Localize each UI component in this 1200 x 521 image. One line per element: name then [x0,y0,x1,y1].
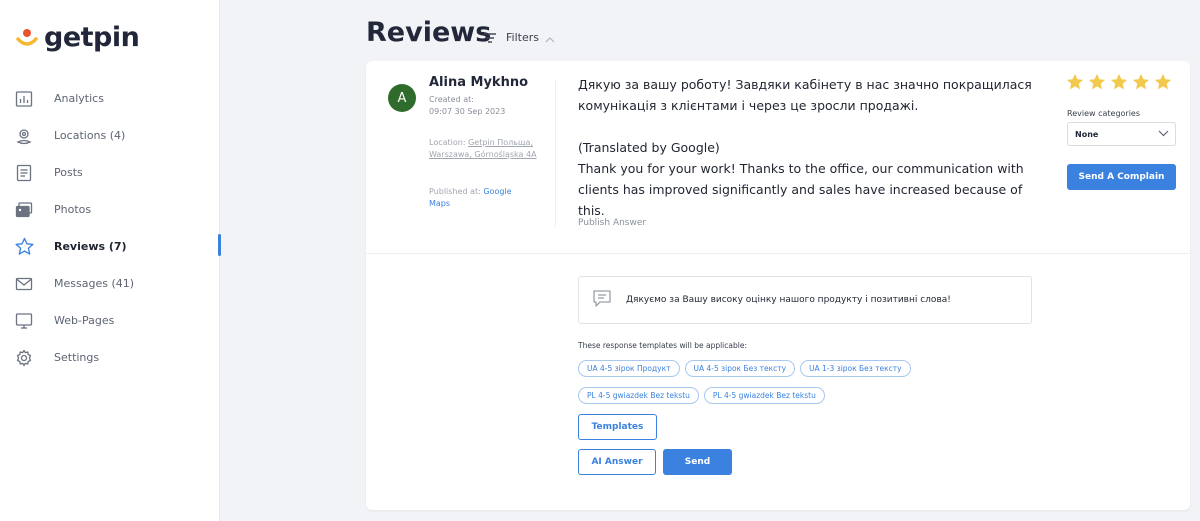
answer-draft-box[interactable]: Дякуємо за Вашу високу оцінку нашого про… [578,276,1032,324]
review-source: Published at: Google Maps [429,186,529,210]
star-icon [1088,73,1106,90]
bar-chart-icon [14,89,34,109]
star-icon [1132,73,1150,90]
template-chip[interactable]: UA 4-5 зірок Продукт [578,360,680,377]
template-chip[interactable]: UA 4-5 зірок Без тексту [684,360,796,377]
brand-logo[interactable]: getpin [14,22,140,53]
sidebar-item-locations[interactable]: Locations (4) [0,117,220,154]
star-icon [1066,73,1084,90]
template-chips-row: UA 4-5 зірок Продукт UA 4-5 зірок Без те… [578,360,1038,377]
template-chip[interactable]: PL 4-5 gwiazdek Bez tekstu [703,387,825,404]
sidebar-nav: Analytics Locations (4) Posts Photos Rev… [0,80,221,376]
template-chip[interactable]: PL 4-5 gwiazdek Bez tekstu [578,387,699,404]
review-location: Location: Getpin Польща, Warszawa, Górno… [429,137,544,161]
answer-draft-text: Дякуємо за Вашу високу оцінку нашого про… [626,295,951,305]
review-card: A Alina Mykhno Created at: 09:07 30 Sep … [366,61,1190,510]
sidebar-item-settings[interactable]: Settings [0,339,220,376]
category-selected-value: None [1075,129,1099,139]
review-author: Alina Mykhno [429,75,529,90]
sidebar-item-analytics[interactable]: Analytics [0,80,220,117]
sidebar-item-label: Posts [54,166,83,179]
ai-answer-button[interactable]: AI Answer [578,449,656,475]
chevron-down-icon [1158,130,1169,139]
sidebar-item-reviews[interactable]: Reviews (7) [0,228,221,265]
location-pin-icon [14,126,34,146]
sidebar-item-label: Locations (4) [54,129,126,142]
sidebar-item-web-pages[interactable]: Web-Pages [0,302,220,339]
sidebar-item-label: Settings [54,351,100,364]
template-chip[interactable]: UA 1-3 зірок Без тексту [800,360,911,377]
avatar: A [388,84,416,112]
star-icon [14,237,34,257]
sidebar-item-label: Messages (41) [54,277,135,290]
sidebar-item-label: Photos [54,203,92,216]
comment-icon [592,289,612,312]
envelope-icon [14,274,34,294]
templates-hint: These response templates will be applica… [578,341,747,350]
star-icon [1154,73,1172,90]
location-prefix: Location: [429,138,469,147]
column-divider [555,79,556,227]
created-timestamp: 09:07 30 Sep 2023 [429,107,506,116]
review-original-line: комунікація з клієнтами і через це зросл… [578,98,919,113]
template-chips-row: PL 4-5 gwiazdek Bez tekstu PL 4-5 gwiazd… [578,387,1038,404]
created-label: Created at: [429,95,474,104]
getpin-logo-icon [14,25,40,51]
star-rating [1066,73,1176,91]
section-divider [366,253,1190,254]
brand-name: getpin [44,22,140,53]
chevron-up-icon [545,28,555,47]
send-button[interactable]: Send [663,449,732,475]
photos-icon [14,200,34,220]
review-translated-line: clients has improved significantly and s… [578,182,1023,218]
sidebar-item-label: Web-Pages [54,314,115,327]
publish-answer-link[interactable]: Publish Answer [578,218,646,228]
sidebar-item-label: Reviews (7) [54,240,127,253]
sidebar-item-photos[interactable]: Photos [0,191,220,228]
review-translated-line: Thank you for your work! Thanks to the o… [578,161,1024,176]
gear-icon [14,348,34,368]
sidebar: getpin Analytics Locations (4) Posts Pho… [0,0,221,521]
filters-toggle[interactable]: Filters [484,28,555,47]
translated-label: (Translated by Google) [578,140,720,155]
review-text: Дякую за вашу роботу! Завдяки кабінету в… [578,74,1038,221]
document-icon [14,163,34,183]
page-title: Reviews [366,17,492,48]
filter-icon [484,28,496,47]
templates-button[interactable]: Templates [578,414,657,440]
sidebar-item-messages[interactable]: Messages (41) [0,265,220,302]
filters-label: Filters [506,31,539,44]
published-prefix: Published at: [429,187,484,196]
sidebar-item-posts[interactable]: Posts [0,154,220,191]
star-icon [1110,73,1128,90]
review-original-line: Дякую за вашу роботу! Завдяки кабінету в… [578,77,1032,92]
review-categories-label: Review categories [1067,109,1141,118]
monitor-icon [14,311,34,331]
review-category-select[interactable]: None [1067,122,1176,146]
send-complain-button[interactable]: Send A Complain [1067,164,1176,190]
sidebar-item-label: Analytics [54,92,104,105]
